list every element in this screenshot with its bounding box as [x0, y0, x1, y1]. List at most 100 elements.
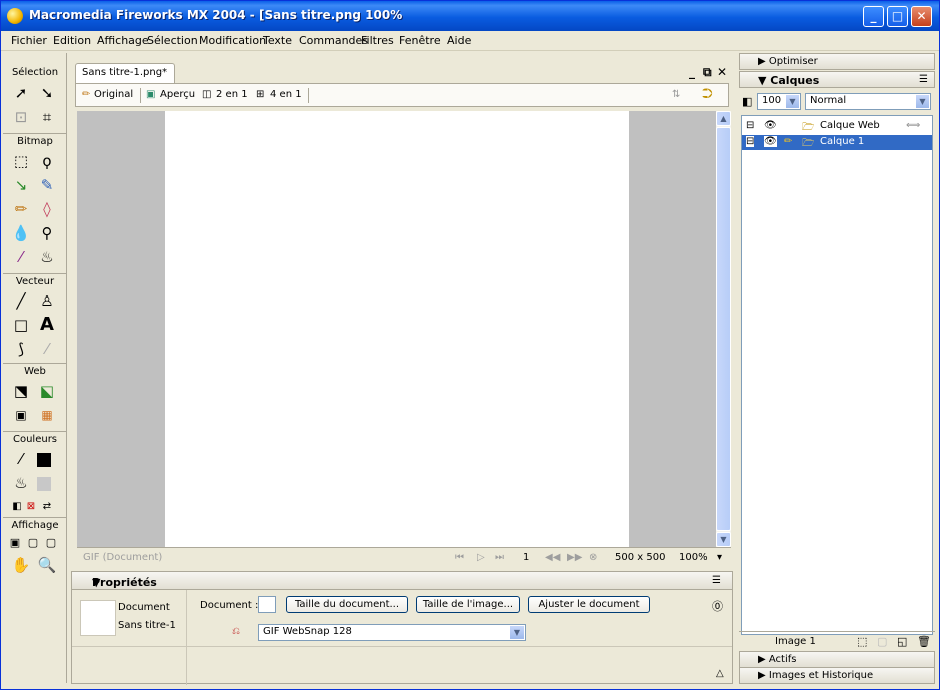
menu-affichage[interactable]: Affichage — [97, 34, 149, 47]
menu-fichier[interactable]: Fichier — [11, 34, 47, 47]
new-sublayer-icon[interactable]: ⬚ — [857, 635, 867, 648]
optimize-panel-header[interactable]: ▶ Optimiser — [739, 53, 935, 70]
tab-document[interactable]: Sans titre-1.png* — [75, 63, 175, 83]
crop-tool-icon[interactable]: ⌗ — [37, 107, 57, 127]
swap-colors-icon[interactable]: ⇄ — [37, 497, 57, 517]
opacity-field[interactable]: 100 ▼ — [757, 93, 801, 110]
expand-properties-icon[interactable]: △ — [716, 668, 724, 679]
image-size-button[interactable]: Taille de l'image... — [416, 596, 520, 613]
zoom-level[interactable]: 100% — [679, 552, 708, 563]
brush-tool-icon[interactable]: ✎ — [37, 175, 57, 195]
view-original-button[interactable]: Original — [94, 89, 133, 100]
rectangle-tool-icon[interactable]: □ — [11, 315, 31, 335]
pen-tool-icon[interactable]: ♙ — [37, 291, 57, 311]
trash-icon[interactable]: 🗑 — [917, 635, 931, 648]
slice-tool-icon[interactable]: ⬕ — [37, 381, 57, 401]
stop-icon[interactable]: ⊗ — [589, 552, 597, 563]
new-layer-icon[interactable]: ◱ — [897, 635, 907, 648]
expand-layer-icon[interactable]: ⊟ — [746, 120, 754, 131]
knife-tool-icon[interactable]: ⁄ — [37, 339, 57, 359]
doc-close-icon[interactable]: ✕ — [717, 65, 727, 79]
title-bar[interactable]: Macromedia Fireworks MX 2004 - [Sans tit… — [1, 1, 939, 31]
zoom-tool-icon[interactable]: 🔍 — [37, 555, 57, 575]
history-panel-header[interactable]: ▶ Images et Historique — [739, 667, 935, 684]
maximize-button[interactable]: □ — [887, 6, 908, 27]
add-mask-icon[interactable]: ▢ — [877, 635, 887, 648]
standard-screen-icon[interactable]: ▣ — [5, 533, 25, 553]
vertical-scrollbar[interactable]: ▲ ▼ — [716, 111, 731, 547]
text-tool-icon[interactable]: A — [37, 315, 57, 335]
show-slices-icon[interactable]: ▦ — [37, 405, 57, 425]
full-screen-icon[interactable]: ▢ — [41, 533, 61, 553]
blend-mode-select[interactable]: Normal ▼ — [805, 93, 931, 110]
next-frame-icon[interactable]: ▶▶ — [567, 552, 582, 563]
document-size-button[interactable]: Taille du document... — [286, 596, 408, 613]
line-tool-icon[interactable]: ╱ — [11, 291, 31, 311]
lasso-tool-icon[interactable]: ϙ — [37, 151, 57, 171]
view-4up-button[interactable]: 4 en 1 — [270, 89, 302, 100]
fill-color-icon[interactable]: ♨ — [11, 473, 31, 493]
blur-tool-icon[interactable]: 💧 — [11, 223, 31, 243]
layer-row[interactable]: ⊟ 👁 🗁 Calque Web ⟺ — [742, 119, 932, 134]
eye-icon[interactable]: 👁 — [764, 136, 777, 147]
prev-frame-icon[interactable]: ◀◀ — [545, 552, 560, 563]
doc-restore-icon[interactable]: ⧉ — [703, 65, 712, 80]
marquee-tool-icon[interactable]: ⬚ — [11, 151, 31, 171]
menu-edition[interactable]: Edition — [53, 34, 91, 47]
zoom-dropdown-icon[interactable]: ▾ — [717, 552, 722, 563]
menu-selection[interactable]: Sélection — [147, 34, 198, 47]
hotspot-tool-icon[interactable]: ⬔ — [11, 381, 31, 401]
canvas-color-swatch[interactable] — [258, 596, 276, 613]
assets-panel-header[interactable]: ▶ Actifs — [739, 651, 935, 668]
first-frame-icon[interactable]: ⏮ — [455, 552, 464, 563]
subselection-tool-icon[interactable]: ➘ — [37, 83, 57, 103]
document-canvas[interactable] — [165, 111, 629, 547]
properties-header[interactable]: ▼ Propriétés ☰ — [72, 572, 732, 590]
doc-minimize-icon[interactable]: _ — [689, 65, 695, 79]
view-2up-button[interactable]: 2 en 1 — [216, 89, 248, 100]
pointer-tool-icon[interactable]: ➚ — [11, 83, 31, 103]
expand-layer-icon[interactable]: ⊟ — [746, 136, 755, 147]
stroke-color-icon[interactable]: ⁄ — [11, 449, 31, 469]
menu-filtres[interactable]: Filtres — [361, 34, 394, 47]
layer-row[interactable]: ⊟ 👁 ✏ 🗁 Calque 1 — [742, 135, 932, 150]
optimize-settings-select[interactable]: GIF WebSnap 128 ▼ — [258, 624, 526, 641]
menu-fenetre[interactable]: Fenêtre — [399, 34, 441, 47]
scale-tool-icon[interactable]: ⊡ — [11, 107, 31, 127]
eyedropper-tool-icon[interactable]: ⁄ — [11, 247, 31, 267]
layers-panel-header[interactable]: ▼ Calques ☰ — [739, 71, 935, 88]
stroke-color-swatch[interactable] — [37, 453, 51, 467]
edit-pencil-icon[interactable]: ✏ — [784, 136, 792, 147]
scroll-up-button[interactable]: ▲ — [716, 111, 731, 126]
dreamweaver-export-icon[interactable]: ⮊ — [702, 86, 713, 102]
view-preview-button[interactable]: Aperçu — [160, 89, 195, 100]
share-layer-icon[interactable]: ⟺ — [906, 120, 920, 131]
panel-options-icon[interactable]: ☰ — [712, 575, 721, 586]
full-screen-menu-icon[interactable]: ▢ — [23, 533, 43, 553]
canvas-area[interactable] — [77, 111, 716, 547]
eye-icon[interactable]: 👁 — [764, 120, 777, 131]
rubber-stamp-icon[interactable]: ⚲ — [37, 223, 57, 243]
paint-bucket-icon[interactable]: ♨ — [37, 247, 57, 267]
menu-modification[interactable]: Modification — [199, 34, 266, 47]
eraser-tool-icon[interactable]: ◊ — [37, 199, 57, 219]
fill-color-swatch[interactable] — [37, 477, 51, 491]
freeform-tool-icon[interactable]: ⟆ — [11, 339, 31, 359]
panel-options-icon[interactable]: ☰ — [919, 74, 928, 85]
scroll-down-button[interactable]: ▼ — [716, 532, 731, 547]
help-icon[interactable]: ⓪ — [712, 598, 723, 614]
close-button[interactable]: ✕ — [911, 6, 932, 27]
pencil-tool-icon[interactable]: ✏ — [11, 199, 31, 219]
minimize-button[interactable]: _ — [863, 6, 884, 27]
last-frame-icon[interactable]: ⏭ — [495, 552, 504, 563]
scroll-thumb[interactable] — [716, 127, 731, 531]
menu-aide[interactable]: Aide — [447, 34, 471, 47]
menu-texte[interactable]: Texte — [263, 34, 292, 47]
quick-export-icon[interactable]: ⇅ — [672, 89, 680, 100]
menu-commandes[interactable]: Commandes — [299, 34, 368, 47]
hand-tool-icon[interactable]: ✋ — [11, 555, 31, 575]
hide-slices-icon[interactable]: ▣ — [11, 405, 31, 425]
frame-label[interactable]: Image 1 — [775, 636, 816, 647]
magic-wand-icon[interactable]: ↘ — [11, 175, 31, 195]
fit-document-button[interactable]: Ajuster le document — [528, 596, 650, 613]
